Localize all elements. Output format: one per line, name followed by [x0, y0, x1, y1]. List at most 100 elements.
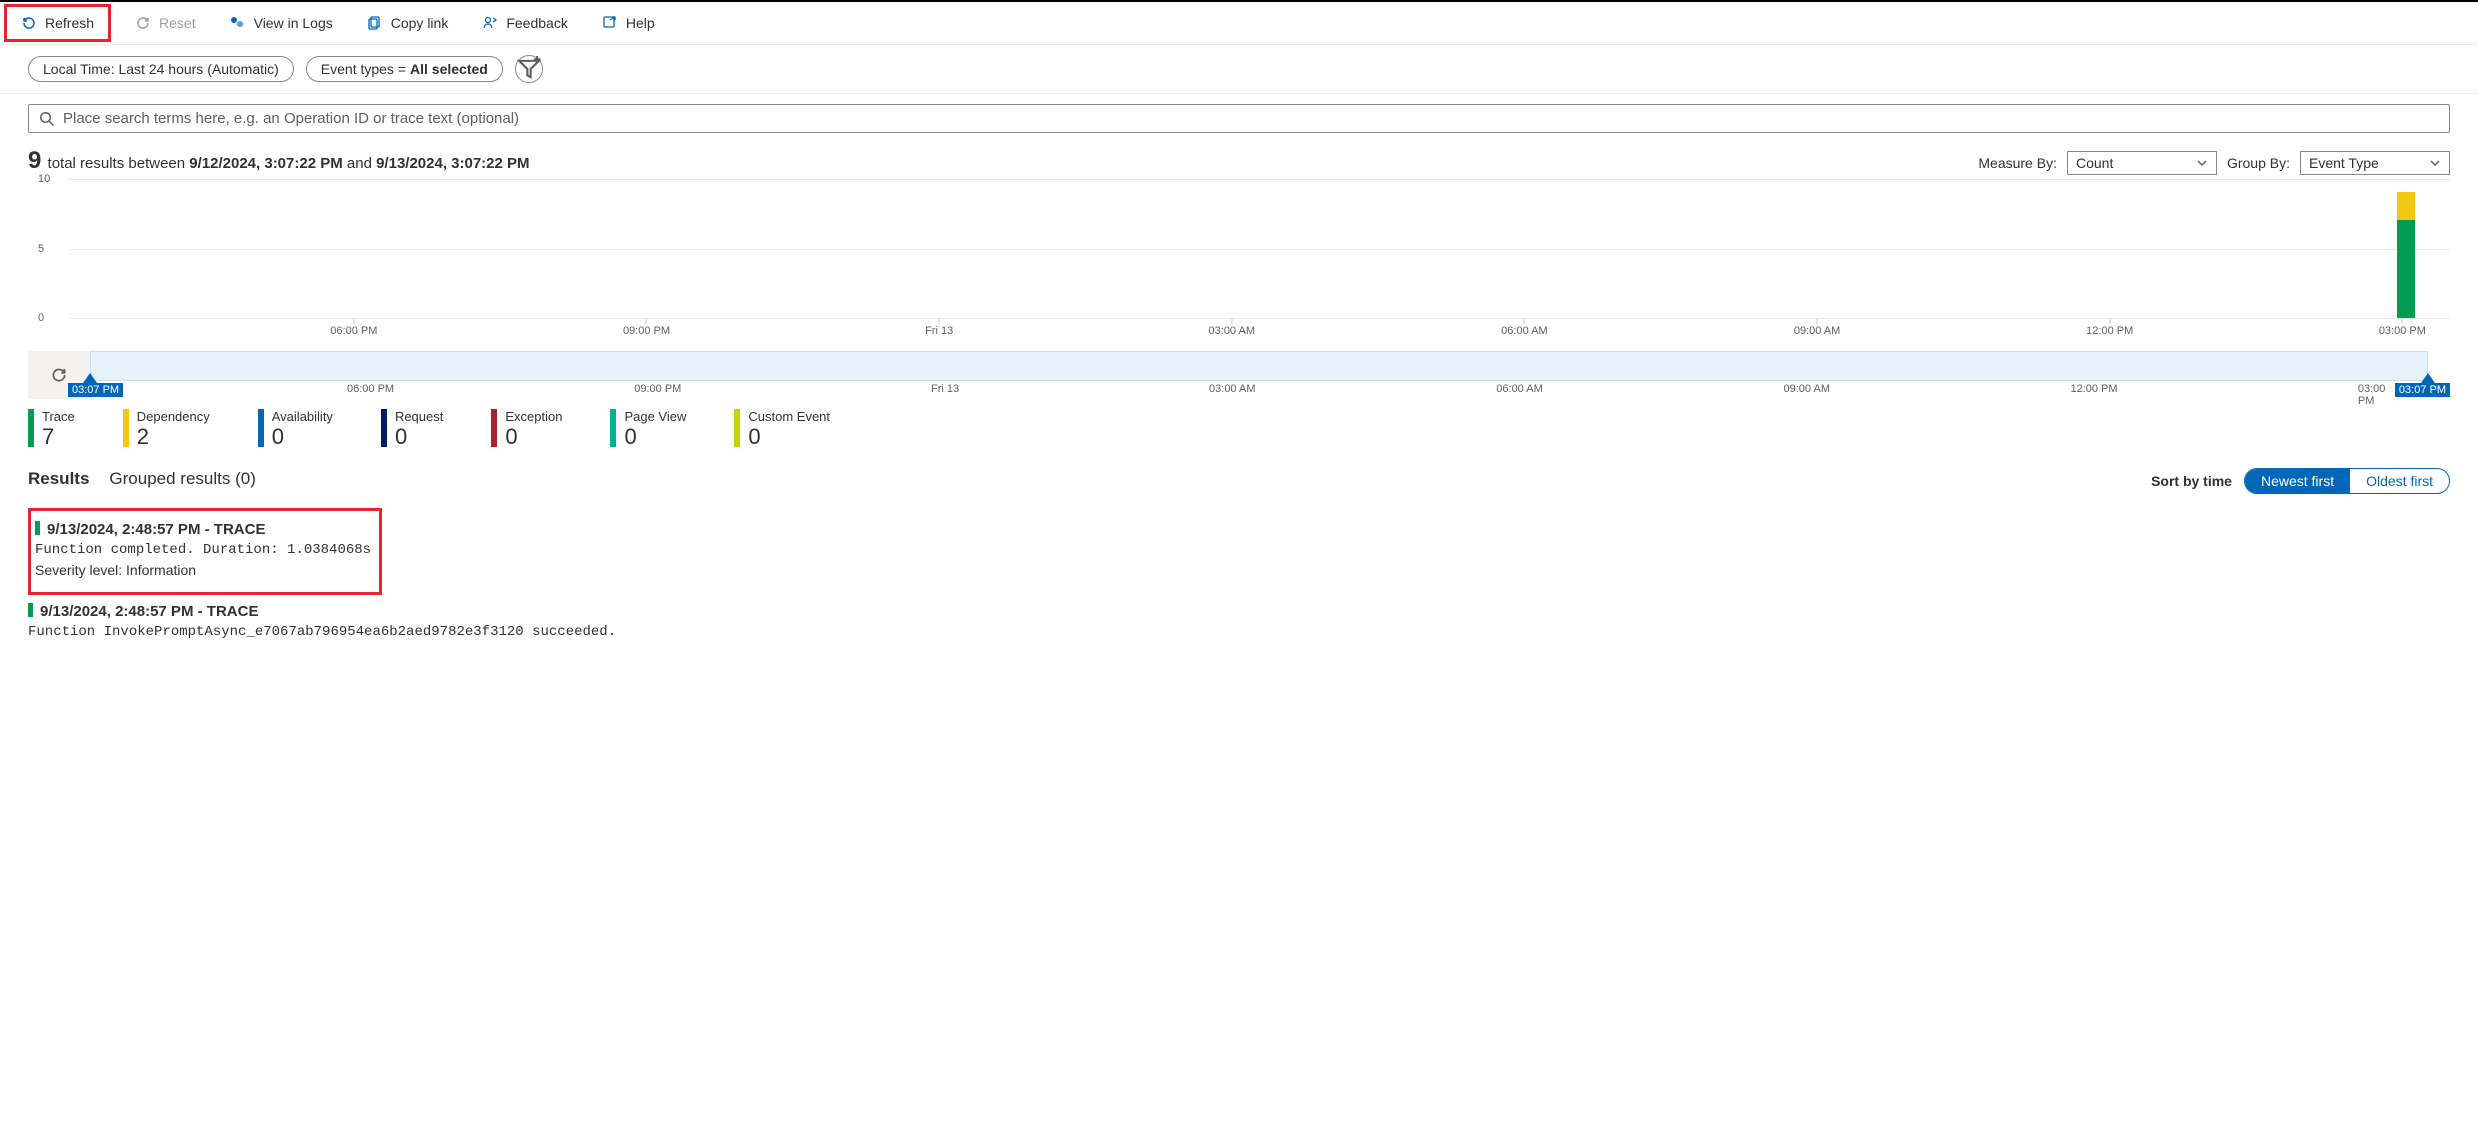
total-count: 9 [28, 147, 41, 174]
legend-label: Trace [42, 409, 75, 424]
chart-bar[interactable] [2397, 192, 2415, 318]
time-range-label: Local Time: Last 24 hours (Automatic) [43, 61, 279, 77]
legend-count: 7 [42, 424, 75, 450]
brush-handle-left[interactable] [83, 373, 97, 383]
legend-swatch [123, 409, 129, 447]
result-item[interactable]: 9/13/2024, 2:48:57 PM - TRACE Function I… [28, 597, 2450, 646]
feedback-button[interactable]: Feedback [476, 11, 573, 35]
legend-swatch [258, 409, 264, 447]
legend-count: 0 [272, 424, 333, 450]
reset-label: Reset [159, 15, 196, 31]
legend-count: 0 [505, 424, 562, 450]
refresh-icon [21, 15, 37, 31]
legend-item[interactable]: Trace7 [28, 409, 75, 450]
brush-tick: 09:00 AM [1784, 383, 1830, 395]
brush-tick: 03:00 AM [1209, 383, 1255, 395]
x-tick: 06:00 AM [1501, 325, 1547, 337]
sort-oldest-button[interactable]: Oldest first [2350, 469, 2449, 493]
legend-item[interactable]: Custom Event0 [734, 409, 830, 450]
result-time: 9/13/2024, 2:48:57 PM [47, 521, 200, 538]
view-in-logs-label: View in Logs [254, 15, 333, 31]
legend-label: Request [395, 409, 443, 424]
chevron-down-icon [2196, 157, 2208, 169]
add-filter-icon [516, 56, 542, 82]
group-by-select[interactable]: Event Type [2300, 151, 2450, 175]
brush-tick: 09:00 PM [634, 383, 681, 395]
group-by-value: Event Type [2309, 155, 2379, 171]
sort-controls: Sort by time Newest first Oldest first [2151, 468, 2450, 494]
legend-item[interactable]: Page View0 [610, 409, 686, 450]
results-tabs: Results Grouped results (0) [28, 469, 256, 493]
view-in-logs-button[interactable]: View in Logs [224, 11, 339, 35]
end-datetime: 9/13/2024, 3:07:22 PM [376, 155, 529, 172]
result-header: 9/13/2024, 2:48:57 PM - TRACE [40, 603, 2450, 620]
legend-label: Custom Event [748, 409, 830, 424]
chart-plot-area: 10 5 0 [68, 179, 2450, 319]
result-type: TRACE [207, 603, 259, 620]
tab-grouped-results[interactable]: Grouped results (0) [109, 469, 255, 493]
logs-icon [230, 15, 246, 31]
result-item[interactable]: 9/13/2024, 2:48:57 PM - TRACE Function c… [35, 515, 371, 584]
trace-color-bar [28, 603, 33, 617]
legend-count: 0 [624, 424, 686, 450]
legend-swatch [491, 409, 497, 447]
result-highlight-box: 9/13/2024, 2:48:57 PM - TRACE Function c… [28, 508, 382, 595]
brush-handle-right[interactable] [2421, 373, 2435, 383]
and-text: and [343, 155, 376, 172]
refresh-button[interactable]: Refresh [15, 11, 100, 35]
time-range-pill[interactable]: Local Time: Last 24 hours (Automatic) [28, 56, 294, 82]
copy-icon [367, 15, 383, 31]
legend-item[interactable]: Request0 [381, 409, 443, 450]
result-header: 9/13/2024, 2:48:57 PM - TRACE [47, 521, 371, 538]
search-icon [39, 111, 55, 127]
sort-newest-button[interactable]: Newest first [2245, 469, 2350, 493]
chart-controls: Measure By: Count Group By: Event Type [1978, 151, 2450, 175]
copy-link-button[interactable]: Copy link [361, 11, 455, 35]
start-datetime: 9/12/2024, 3:07:22 PM [189, 155, 342, 172]
legend-item[interactable]: Exception0 [491, 409, 562, 450]
undo-icon [135, 15, 151, 31]
brush-tick: Fri 13 [931, 383, 959, 395]
legend-item[interactable]: Availability0 [258, 409, 333, 450]
between-text: total results between [43, 155, 189, 172]
search-input[interactable] [63, 110, 2439, 127]
group-by-label: Group By: [2227, 155, 2290, 171]
legend-label: Page View [624, 409, 686, 424]
x-tick: Fri 13 [925, 325, 953, 337]
chevron-down-icon [2429, 157, 2441, 169]
timeline-chart[interactable]: 10 5 0 06:00 PM09:00 PMFri 1303:00 AM06:… [28, 179, 2450, 399]
chart-legend: Trace7Dependency2Availability0Request0Ex… [28, 409, 2450, 450]
bar-segment-trace [2397, 220, 2415, 318]
content-area: 9 total results between 9/12/2024, 3:07:… [0, 94, 2478, 666]
legend-item[interactable]: Dependency2 [123, 409, 210, 450]
search-box[interactable] [28, 104, 2450, 133]
measure-by-select[interactable]: Count [2067, 151, 2217, 175]
legend-label: Availability [272, 409, 333, 424]
feedback-label: Feedback [506, 15, 567, 31]
results-list: 9/13/2024, 2:48:57 PM - TRACE Function c… [28, 508, 2450, 646]
tab-results[interactable]: Results [28, 469, 89, 493]
brush-track[interactable] [90, 351, 2428, 381]
trace-color-bar [35, 521, 40, 535]
event-types-pill[interactable]: Event types = All selected [306, 56, 503, 82]
result-severity: Severity level: Information [35, 562, 371, 578]
chart-brush[interactable]: 06:00 PM 09:00 PM Fri 13 03:00 AM 06:00 AM 09… [28, 351, 2450, 399]
results-tab-row: Results Grouped results (0) Sort by time… [28, 468, 2450, 494]
help-button[interactable]: Help [596, 11, 661, 35]
result-time: 9/13/2024, 2:48:57 PM [40, 603, 193, 620]
legend-swatch [381, 409, 387, 447]
y-tick: 0 [38, 312, 44, 324]
help-label: Help [626, 15, 655, 31]
brush-tick: 06:00 PM [347, 383, 394, 395]
add-filter-button[interactable] [515, 55, 543, 83]
measure-by-value: Count [2076, 155, 2113, 171]
copy-link-label: Copy link [391, 15, 449, 31]
sort-toggle: Newest first Oldest first [2244, 468, 2450, 494]
result-type: TRACE [214, 521, 266, 538]
refresh-label: Refresh [45, 15, 94, 31]
refresh-highlight-box: Refresh [4, 4, 111, 42]
result-message: Function completed. Duration: 1.0384068s [35, 542, 371, 558]
legend-swatch [734, 409, 740, 447]
undo-icon [50, 366, 68, 384]
brush-tick: 06:00 AM [1496, 383, 1542, 395]
